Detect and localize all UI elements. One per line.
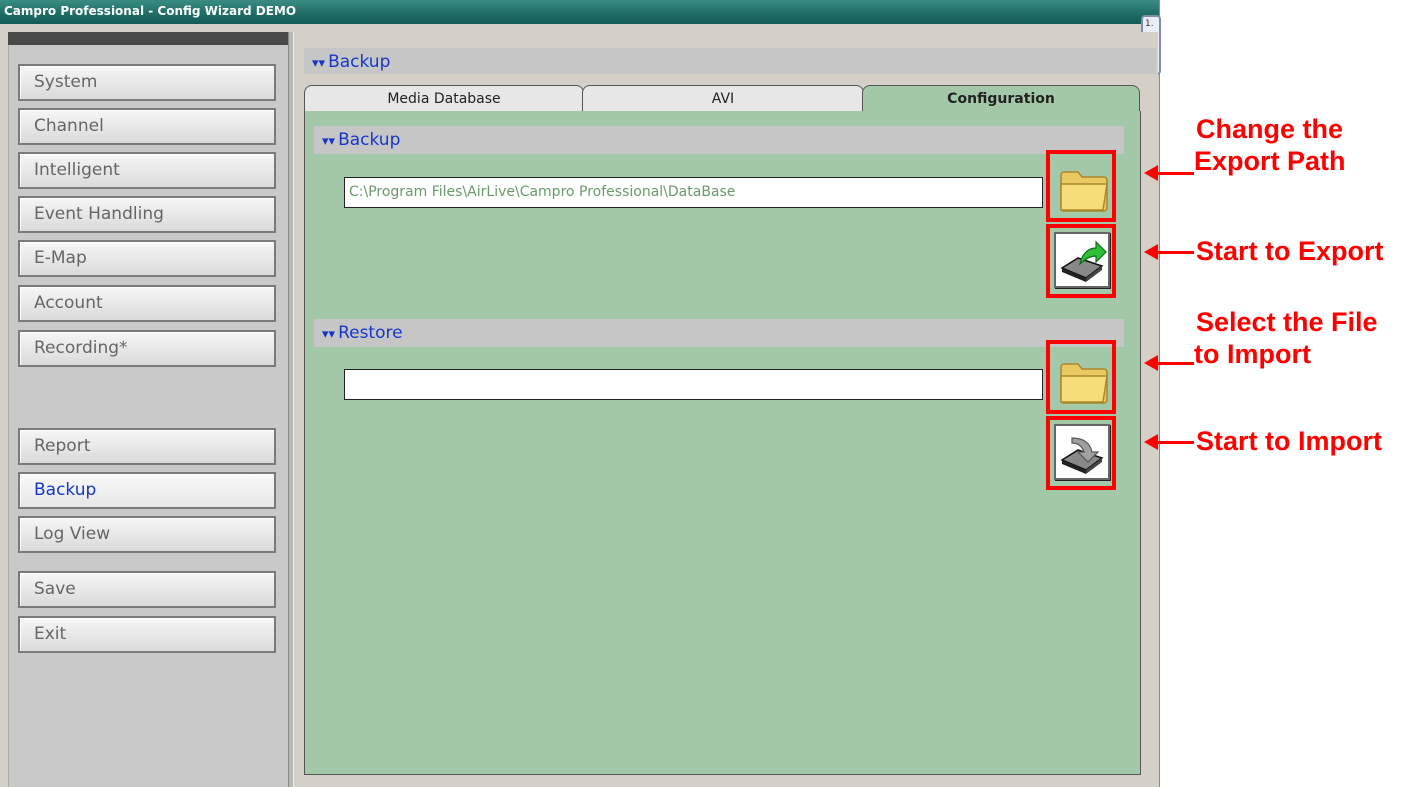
sidebar-item-exit[interactable]: Exit [18,616,276,653]
annotation-line [1156,362,1194,365]
folder-icon [1060,171,1108,212]
section-toggle-icon: ▾▾ [322,134,336,149]
configuration-panel [304,111,1141,775]
window-title: Campro Professional - Config Wizard DEMO [0,0,1159,24]
tab-bar: Media Database AVI Configuration [304,85,1140,111]
sidebar-item-backup[interactable]: Backup [18,472,276,509]
annotation-start-import: Start to Import [1196,426,1382,456]
section-toggle-icon: ▾▾ [322,327,336,342]
import-drive-icon [1060,437,1104,474]
sidebar-item-system[interactable]: System [18,64,276,101]
sidebar-item-event-handling[interactable]: Event Handling [18,196,276,233]
change-export-path-button[interactable] [1046,150,1116,222]
sidebar [8,32,289,787]
annotation-line [1156,251,1194,254]
tab-avi[interactable]: AVI [582,85,864,111]
restore-section-header: ▾▾ Restore [314,319,1124,347]
backup-section-header: ▾▾ Backup [314,126,1124,154]
sidebar-item-channel[interactable]: Channel [18,108,276,145]
sidebar-item-recording[interactable]: Recording* [18,330,276,367]
section-toggle-icon: ▾▾ [312,56,326,71]
tab-media-database[interactable]: Media Database [304,85,584,111]
start-import-button[interactable] [1046,416,1116,490]
sidebar-item-log-view[interactable]: Log View [18,516,276,553]
annotation-select-file: Select the File to Import [1194,307,1378,369]
start-export-button[interactable] [1046,224,1116,298]
annotation-line [1156,441,1194,444]
sidebar-item-report[interactable]: Report [18,428,276,465]
annotation-line [1156,172,1194,175]
annotation-start-export: Start to Export [1196,236,1384,266]
sidebar-item-account[interactable]: Account [18,285,276,322]
select-import-file-button[interactable] [1046,340,1116,414]
export-path-field[interactable]: C:\Program Files\AirLive\Campro Professi… [344,177,1043,208]
sidebar-item-intelligent[interactable]: Intelligent [18,152,276,189]
folder-icon [1060,363,1108,404]
export-drive-icon [1060,240,1107,282]
tab-configuration[interactable]: Configuration [862,85,1140,111]
sidebar-header-bar [8,32,288,45]
sidebar-item-save[interactable]: Save [18,571,276,608]
sidebar-item-emap[interactable]: E-Map [18,240,276,277]
import-file-field[interactable] [344,369,1043,400]
page-title: ▾▾ Backup [304,48,1156,74]
annotation-change-path: Change the Export Path [1194,114,1346,176]
